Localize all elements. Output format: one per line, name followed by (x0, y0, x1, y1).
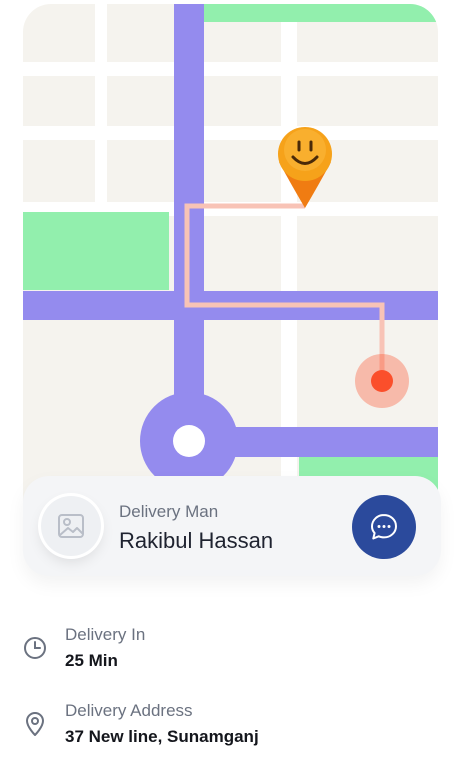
avatar (41, 496, 101, 556)
delivery-time-label: Delivery In (65, 625, 146, 644)
delivery-address-label: Delivery Address (65, 701, 193, 720)
delivery-time-value: 25 Min (65, 651, 118, 670)
chat-button[interactable] (352, 495, 416, 559)
delivery-address-value: 37 New line, Sunamganj (65, 727, 259, 746)
clock-icon (24, 637, 46, 659)
image-placeholder-icon (58, 514, 84, 538)
delivery-man-card: Delivery Man Rakibul Hassan (23, 476, 441, 576)
roundabout-marker-icon (173, 425, 205, 457)
delivery-man-name: Rakibul Hassan (119, 528, 274, 553)
chat-bubble-icon (371, 514, 397, 540)
park-top (203, 4, 438, 22)
park-left (23, 212, 169, 290)
location-pin-icon (26, 712, 44, 736)
current-location-dot-icon (371, 370, 393, 392)
delivery-man-role: Delivery Man (119, 502, 219, 521)
